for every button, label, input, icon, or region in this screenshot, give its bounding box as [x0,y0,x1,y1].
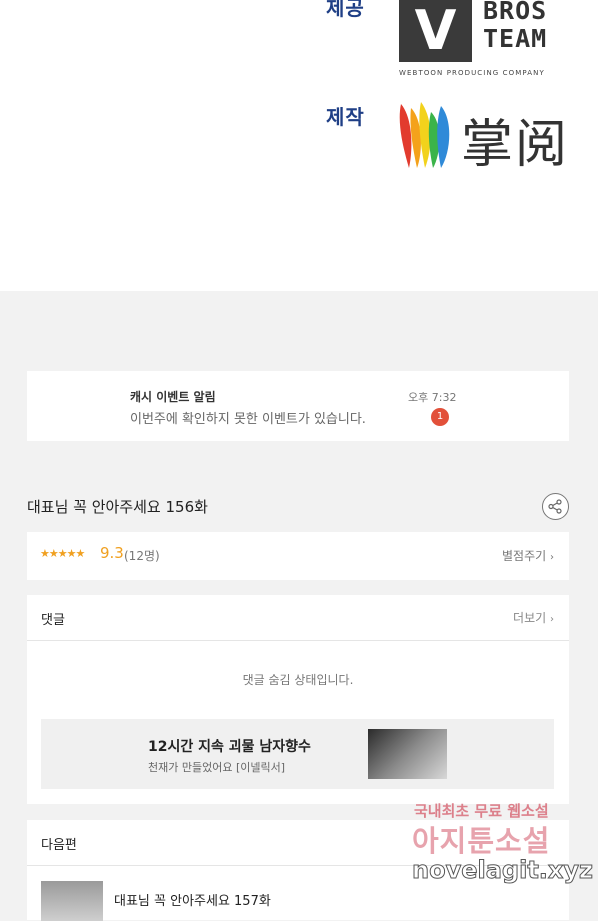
episode-title: 대표님 꼭 안아주세요 156화 [27,498,208,516]
vbros-logo-mark: V [399,0,472,62]
vbros-team-logo: V BROS TEAM WEBTOON PRODUCING COMPANY [399,0,569,80]
comments-header: 댓글 더보기 › [27,595,569,641]
rating-score: 9.3 [100,544,124,562]
rate-button[interactable]: 별점주기 › [502,547,554,564]
comments-more-button[interactable]: 더보기 › [513,609,554,626]
watermark-line-2: 아지툰소설 [412,824,551,858]
notification-title: 캐시 이벤트 알림 [130,390,216,404]
comments-label: 댓글 [41,613,65,628]
next-episode-label: 다음편 [41,838,77,853]
rating-card: ★★★★★ 9.3 (12명) 별점주기 › [27,532,569,580]
share-icon [548,499,562,514]
rating-stars-icon: ★★★★★ [40,547,85,560]
ad-image [368,729,447,779]
vbros-logo-word-1: BROS [483,0,548,25]
zhangyue-logo: 掌阅 [399,98,569,175]
chevron-right-icon: › [550,614,554,625]
notification-card[interactable]: 캐시 이벤트 알림 이번주에 확인하지 못한 이벤트가 있습니다. 오후 7:3… [27,371,569,441]
produced-label: 제작 [326,105,365,129]
notification-time: 오후 7:32 [408,391,457,404]
ad-banner[interactable]: 12시간 지속 괴물 남자향수 천재가 만들었어요 [이넬릭서] [41,719,554,789]
notification-message: 이번주에 확인하지 못한 이벤트가 있습니다. [130,412,366,427]
ad-title: 12시간 지속 괴물 남자향수 [148,739,311,755]
next-episode-thumbnail[interactable] [41,881,103,921]
zhangyue-logo-text: 掌阅 [461,115,570,175]
comments-more-label: 더보기 [513,611,547,625]
chevron-right-icon: › [550,552,554,563]
rate-button-label: 별점주기 [502,549,547,563]
next-episode-title[interactable]: 대표님 꼭 안아주세요 157화 [114,890,271,909]
provided-label: 제공 [326,0,365,20]
zhangyue-logo-mark [399,102,450,168]
vbros-tagline: WEBTOON PRODUCING COMPANY [399,69,545,77]
watermark-line-3: novelagit.xyz [411,856,594,885]
vbros-logo-word-2: TEAM [483,24,548,53]
share-button[interactable] [542,493,569,520]
comments-card: 댓글 더보기 › 댓글 숨김 상태입니다. 12시간 지속 괴물 남자향수 천재… [27,595,569,804]
ad-subtitle: 천재가 만들었어요 [이넬릭서] [148,761,286,774]
watermark: 국내최초 무료 웹소설 아지툰소설 novelagit.xyz [410,798,593,898]
notification-badge: 1 [431,408,449,426]
rating-count: (12명) [124,549,160,563]
comments-hidden-notice: 댓글 숨김 상태입니다. [242,673,354,687]
credits-section: 제공 V BROS TEAM WEBTOON PRODUCING COMPANY… [0,0,598,291]
